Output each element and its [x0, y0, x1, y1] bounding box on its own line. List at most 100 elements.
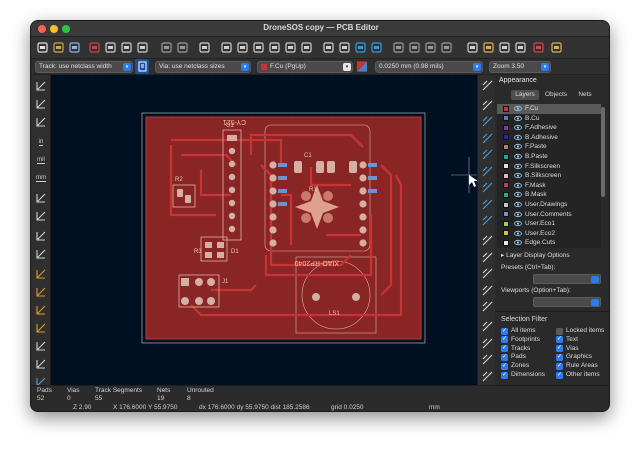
curved-ratsnest-button[interactable] [34, 247, 48, 261]
draw-arc-tool[interactable] [481, 251, 493, 263]
checkbox[interactable]: ✓ [501, 371, 508, 379]
layer-row-user-drawings[interactable]: User.Drawings [497, 200, 601, 210]
origin-button[interactable] [34, 209, 48, 223]
footprint-library-button[interactable] [481, 40, 496, 55]
route-track-tool[interactable] [481, 132, 493, 144]
tab-layers[interactable]: Layers [511, 90, 539, 100]
undo-button[interactable] [159, 40, 174, 55]
local-ratsnest-tool[interactable] [481, 99, 493, 111]
rotate-ccw-button[interactable] [321, 40, 336, 55]
checkbox[interactable]: ✓ [556, 336, 563, 344]
checkbox[interactable]: ✓ [556, 353, 563, 361]
presets-dropdown[interactable] [533, 274, 601, 284]
viewports-dropdown[interactable] [533, 297, 601, 307]
checkbox[interactable]: ✓ [501, 353, 508, 361]
layer-row-edge-cuts[interactable]: Edge.Cuts [497, 238, 601, 248]
find-button[interactable] [197, 40, 212, 55]
draw-polygon-tool[interactable] [481, 301, 493, 313]
print-button[interactable] [119, 40, 134, 55]
checkbox[interactable]: ✓ [556, 345, 563, 353]
eye-icon[interactable] [514, 230, 522, 237]
eye-icon[interactable] [514, 211, 522, 218]
add-text-tool[interactable] [481, 337, 493, 349]
eye-icon[interactable] [514, 182, 522, 189]
draw-rectangle-tool[interactable] [481, 268, 493, 280]
polar-coords-button[interactable] [34, 97, 48, 111]
layer-color-swatch[interactable] [503, 134, 509, 141]
layer-row-f-cu[interactable]: F.Cu [497, 104, 601, 114]
eye-icon[interactable] [514, 239, 522, 246]
route-diff-pair-tool[interactable] [481, 149, 493, 161]
layer-row-f-adhesive[interactable]: F.Adhesive [497, 123, 601, 133]
layer-color-swatch[interactable] [503, 124, 509, 131]
eye-icon[interactable] [514, 163, 522, 170]
pcb-canvas[interactable]: CY-521 R2 U1 C1 R1 R3 D1 J1 XIAO-RP2040 … [51, 75, 477, 385]
layer-row-b-silkscreen[interactable]: B.Silkscreen [497, 171, 601, 181]
checkbox[interactable]: ✓ [556, 371, 563, 379]
eye-icon[interactable] [514, 124, 522, 131]
group-button[interactable] [391, 40, 406, 55]
pad-sketch-button[interactable] [34, 303, 48, 317]
eye-icon[interactable] [514, 143, 522, 150]
layer-color-swatch[interactable] [503, 153, 509, 160]
3d-viewer-button[interactable] [513, 40, 528, 55]
mil-units-button[interactable]: mil [34, 153, 48, 167]
grid-select[interactable]: 0.0250 mm (0.98 mils) ▾ [375, 61, 483, 73]
ungroup-button[interactable] [407, 40, 422, 55]
layer-color-swatch[interactable] [503, 143, 509, 150]
layer-row-user-eco1[interactable]: User.Eco1 [497, 219, 601, 229]
refresh-button[interactable] [219, 40, 234, 55]
layer-pair-button[interactable] [356, 59, 368, 74]
scripting-button[interactable] [549, 40, 564, 55]
drc-button[interactable] [531, 40, 546, 55]
add-zone-tool[interactable] [481, 198, 493, 210]
eye-icon[interactable] [514, 153, 522, 160]
layer-row-f-paste[interactable]: F.Paste [497, 142, 601, 152]
select-tool[interactable] [481, 79, 493, 91]
layer-color-swatch[interactable] [503, 172, 509, 179]
tune-length-tool[interactable] [481, 165, 493, 177]
zoom-fit-button[interactable] [267, 40, 282, 55]
layer-row-b-cu[interactable]: B.Cu [497, 114, 601, 124]
add-footprint-tool[interactable] [481, 116, 493, 128]
layer-color-swatch[interactable] [503, 220, 509, 227]
eye-icon[interactable] [514, 201, 522, 208]
eye-icon[interactable] [514, 115, 522, 122]
eye-icon[interactable] [514, 134, 522, 141]
mirror-button[interactable] [369, 40, 384, 55]
rotate-cw-button[interactable] [337, 40, 352, 55]
zoom-selection-button[interactable] [299, 40, 314, 55]
flip-button[interactable] [353, 40, 368, 55]
board-setup-button[interactable] [87, 40, 102, 55]
lock-button[interactable] [423, 40, 438, 55]
ratsnest-button[interactable] [34, 229, 48, 243]
eye-icon[interactable] [514, 220, 522, 227]
checkbox[interactable]: ✓ [501, 327, 508, 335]
active-layer-select[interactable]: F.Cu (PgUp) ▾ [257, 61, 353, 73]
eye-icon[interactable] [514, 172, 522, 179]
new-board-button[interactable] [35, 40, 50, 55]
checkbox[interactable] [556, 327, 563, 335]
layer-color-swatch[interactable] [503, 115, 509, 122]
zoom-in-button[interactable] [235, 40, 250, 55]
checkbox[interactable]: ✓ [556, 362, 563, 370]
netlist-button[interactable] [465, 40, 480, 55]
layer-row-f-silkscreen[interactable]: F.Silkscreen [497, 162, 601, 172]
layers-scrollbar[interactable] [601, 107, 605, 197]
plot-button[interactable] [135, 40, 150, 55]
delete-tool[interactable] [481, 370, 493, 382]
via-sketch-button[interactable] [34, 321, 48, 335]
checkbox[interactable]: ✓ [501, 336, 508, 344]
open-button[interactable] [51, 40, 66, 55]
layer-display-options[interactable]: ▸ Layer Display Options [501, 251, 570, 259]
zone-outline-button[interactable] [34, 285, 48, 299]
page-settings-button[interactable] [103, 40, 118, 55]
layer-color-swatch[interactable] [503, 230, 509, 237]
inch-units-button[interactable]: in [34, 135, 48, 149]
layer-row-f-mask[interactable]: F.Mask [497, 181, 601, 191]
add-image-tool[interactable] [481, 321, 493, 333]
high-contrast-button[interactable] [34, 357, 48, 371]
mm-units-button[interactable]: mm [34, 171, 48, 185]
zoom-objects-button[interactable] [283, 40, 298, 55]
add-dimension-tool[interactable] [481, 354, 493, 366]
